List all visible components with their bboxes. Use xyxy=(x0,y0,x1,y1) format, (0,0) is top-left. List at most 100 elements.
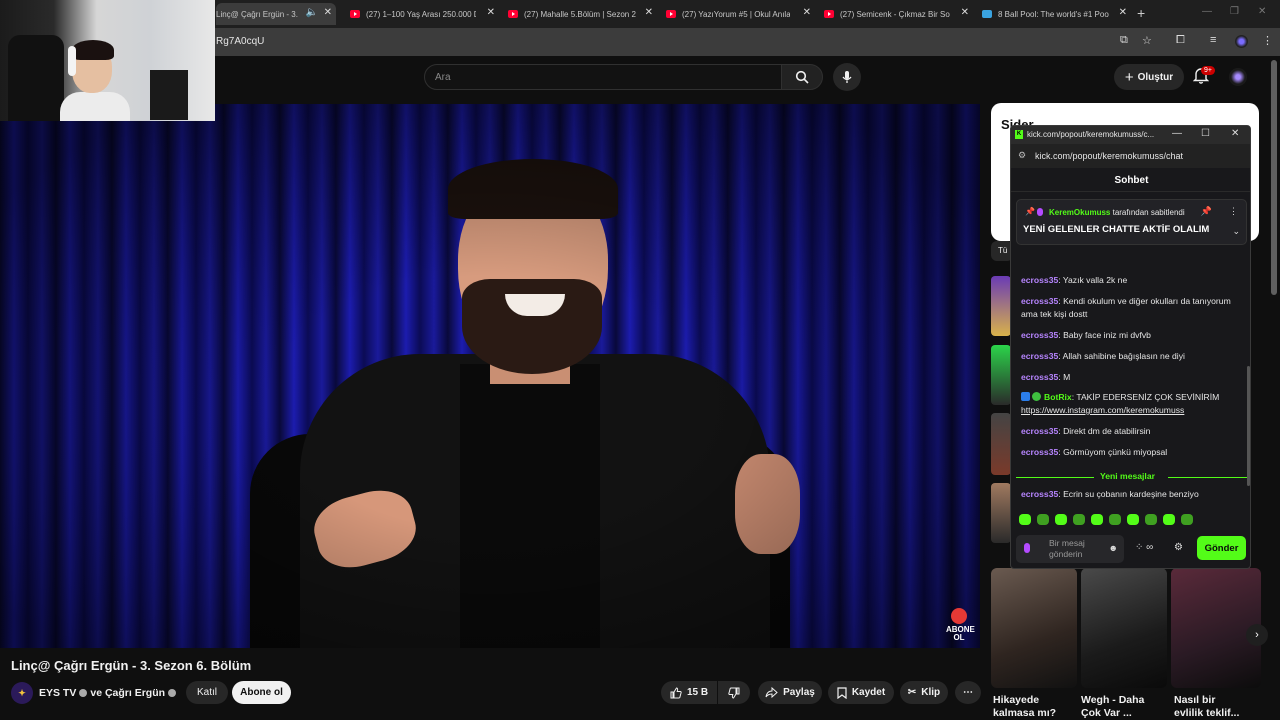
save-label: Kaydet xyxy=(851,687,886,698)
chat-username[interactable]: ecross35 xyxy=(1021,489,1058,499)
tab-5[interactable]: (27) Semicenk - Çıkmaz Bir Sok ✕ xyxy=(824,3,969,25)
save-button[interactable]: Kaydet xyxy=(828,681,894,704)
tab-6[interactable]: 8 Ball Pool: The world's #1 Poo ✕ xyxy=(982,3,1127,25)
unpin-icon[interactable]: 📌 xyxy=(1201,206,1212,217)
more-actions-button[interactable]: ⋯ xyxy=(955,681,981,704)
search-button[interactable] xyxy=(781,64,823,90)
browser-profile-avatar[interactable] xyxy=(1235,35,1248,48)
tab-4[interactable]: (27) YazıYorum #5 | Okul Anıları ✕ xyxy=(666,3,811,25)
channel-avatar[interactable]: ✦ xyxy=(11,682,33,704)
kick-url-bar[interactable]: ⚙ kick.com/popout/keremokumuss/chat xyxy=(1011,144,1250,168)
emote-icon[interactable] xyxy=(1145,514,1157,525)
site-settings-icon[interactable]: ⚙ xyxy=(1018,150,1026,161)
channel-name[interactable]: EYS TV xyxy=(39,687,76,699)
short-title[interactable]: Wegh - Daha Çok Var ... xyxy=(1081,694,1151,720)
video-player[interactable] xyxy=(0,104,980,648)
clip-button[interactable]: ✂ Klip xyxy=(900,681,948,704)
close-tab-icon[interactable]: ✕ xyxy=(487,7,495,18)
minimize-icon[interactable]: — xyxy=(1172,128,1182,139)
close-window-icon[interactable]: ✕ xyxy=(1258,6,1266,17)
recommended-thumbnail[interactable] xyxy=(991,413,1011,475)
maximize-icon[interactable]: ❐ xyxy=(1230,6,1239,17)
chat-link[interactable]: https://www.instagram.com/keremokumuss xyxy=(1021,405,1184,415)
chat-input[interactable]: Bir mesaj gönderin ☻ xyxy=(1016,535,1124,563)
short-title[interactable]: Hikayede kalmasa mı? xyxy=(993,694,1063,720)
chat-username[interactable]: ecross35 xyxy=(1021,296,1058,306)
chevron-down-icon[interactable]: ⌄ xyxy=(1232,226,1240,237)
share-button[interactable]: Paylaş xyxy=(758,681,822,704)
speaker-icon[interactable]: 🔈 xyxy=(306,7,318,18)
chat-message: ecross35: Kendi okulum ve diğer okulları… xyxy=(1021,296,1231,319)
more-icon[interactable]: ⋮ xyxy=(1229,206,1238,217)
emote-icon[interactable] xyxy=(1163,514,1175,525)
tab-3[interactable]: (27) Mahalle 5.Bölüm | Sezon 2 ✕ xyxy=(508,3,653,25)
page-scrollbar[interactable] xyxy=(1271,60,1277,295)
extensions-icon[interactable]: ⧠ xyxy=(1176,34,1185,47)
webcam-person-body xyxy=(60,92,130,121)
subscribe-watermark[interactable]: ABONE OL xyxy=(946,608,975,642)
emote-icon[interactable] xyxy=(1127,514,1139,525)
dislike-button[interactable] xyxy=(718,681,750,704)
points-icon[interactable]: ⁘ xyxy=(1135,542,1143,553)
close-icon[interactable]: ✕ xyxy=(1231,128,1239,139)
next-arrow-icon[interactable]: › xyxy=(1246,624,1268,646)
recommended-thumbnail[interactable] xyxy=(991,483,1011,543)
pinned-message[interactable]: 📌 KeremOkumuss tarafından sabitlendi 📌 ⋮… xyxy=(1016,199,1247,245)
tab-2[interactable]: (27) 1–100 Yaş Arası 250.000 D ✕ xyxy=(350,3,495,25)
close-tab-icon[interactable]: ✕ xyxy=(645,7,653,18)
short-thumbnail[interactable] xyxy=(991,568,1077,688)
browser-menu-icon[interactable]: ⋮ xyxy=(1262,34,1273,47)
short-title[interactable]: Nasıl bir evlilik teklif... xyxy=(1174,694,1240,720)
send-button[interactable]: Gönder xyxy=(1197,536,1246,560)
emoji-icon[interactable]: ☻ xyxy=(1109,543,1118,553)
infinity-icon[interactable]: ∞ xyxy=(1146,542,1153,553)
close-tab-icon[interactable]: ✕ xyxy=(324,7,332,18)
new-tab-icon[interactable]: + xyxy=(1137,5,1145,21)
youtube-favicon-icon xyxy=(666,10,676,18)
tab-active[interactable]: Linç@ Çağrı Ergün - 3. 🔈 ✕ xyxy=(216,3,336,25)
maximize-icon[interactable]: ☐ xyxy=(1201,128,1210,139)
create-button[interactable]: + Oluştur xyxy=(1114,64,1184,90)
chat-username[interactable]: ecross35 xyxy=(1021,372,1058,382)
chat-username[interactable]: ecross35 xyxy=(1021,426,1058,436)
bookmark-star-icon[interactable]: ☆ xyxy=(1142,34,1152,47)
chat-scrollbar[interactable] xyxy=(1247,366,1250,486)
chat-tools[interactable]: ⁘ ∞ xyxy=(1135,542,1153,553)
tab-title: (27) Mahalle 5.Bölüm | Sezon 2 xyxy=(524,9,636,19)
voice-search-button[interactable] xyxy=(833,63,861,91)
webcam-person-hair xyxy=(72,40,114,60)
collab-channel[interactable]: ve Çağrı Ergün xyxy=(90,687,165,699)
recommended-thumbnail[interactable] xyxy=(991,276,1011,336)
chat-text: M xyxy=(1063,372,1071,382)
search-input[interactable]: Ara xyxy=(424,64,782,90)
media-control-icon[interactable]: ≡ xyxy=(1210,34,1216,46)
close-tab-icon[interactable]: ✕ xyxy=(1119,7,1127,18)
recommended-thumbnail[interactable] xyxy=(991,345,1011,405)
minimize-icon[interactable]: — xyxy=(1202,6,1212,17)
chat-username[interactable]: ecross35 xyxy=(1021,330,1058,340)
chat-username[interactable]: BotRix xyxy=(1044,392,1072,402)
chat-username[interactable]: ecross35 xyxy=(1021,351,1058,361)
emote-icon[interactable] xyxy=(1109,514,1121,525)
emote-icon[interactable] xyxy=(1037,514,1049,525)
chat-text: Baby face iniz mi dvfvb xyxy=(1063,330,1151,340)
close-tab-icon[interactable]: ✕ xyxy=(803,7,811,18)
short-thumbnail[interactable] xyxy=(1081,568,1167,688)
chat-username[interactable]: ecross35 xyxy=(1021,275,1058,285)
like-button[interactable]: 15 B xyxy=(661,681,717,704)
emote-icon[interactable] xyxy=(1055,514,1067,525)
subscribe-button[interactable]: Abone ol xyxy=(232,681,291,704)
gear-icon[interactable]: ⚙ xyxy=(1174,542,1183,553)
account-avatar[interactable] xyxy=(1229,68,1247,86)
emote-icon[interactable] xyxy=(1073,514,1085,525)
join-button[interactable]: Katıl xyxy=(186,681,228,704)
microphone-icon[interactable] xyxy=(1024,543,1030,553)
emote-icon[interactable] xyxy=(1091,514,1103,525)
emote-icon[interactable] xyxy=(1181,514,1193,525)
tab-title: (27) YazıYorum #5 | Okul Anıları xyxy=(682,9,790,19)
install-app-icon[interactable]: ⧉ xyxy=(1120,34,1128,47)
close-tab-icon[interactable]: ✕ xyxy=(961,7,969,18)
emote-icon[interactable] xyxy=(1019,514,1031,525)
chat-username[interactable]: ecross35 xyxy=(1021,447,1058,457)
kick-window-titlebar[interactable]: K kick.com/popout/keremokumuss/c... — ☐ … xyxy=(1011,126,1250,144)
